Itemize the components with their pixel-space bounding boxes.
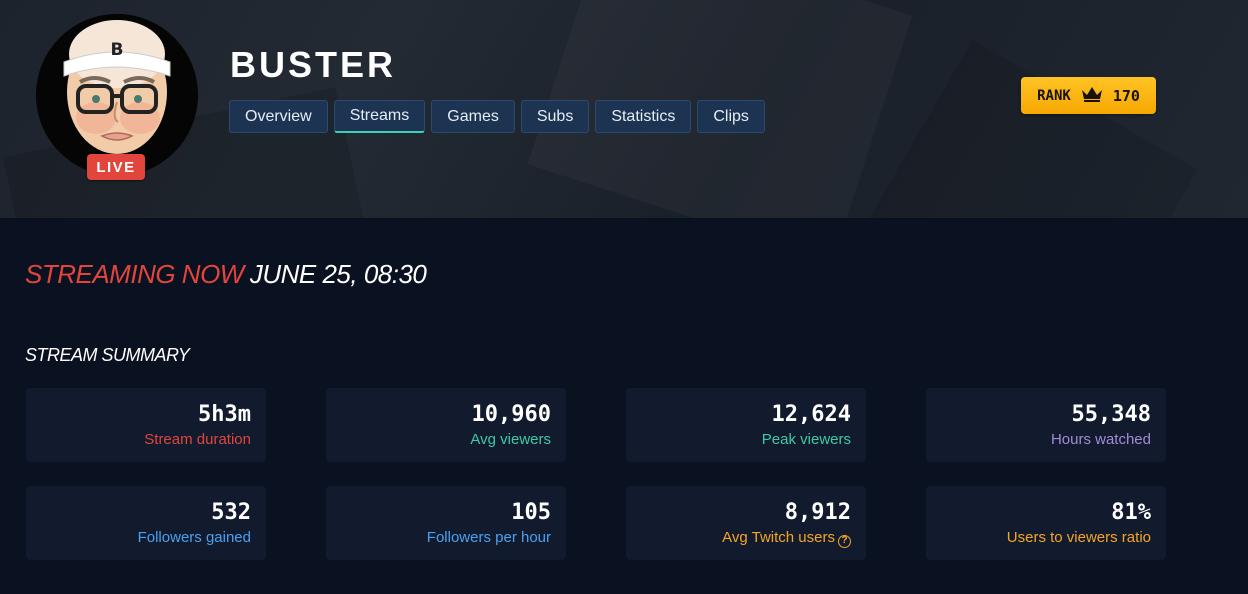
streaming-status: STREAMING NOW <box>25 259 244 289</box>
rank-badge[interactable]: RANK 170 <box>1021 77 1156 114</box>
stat-card-followers-gained: 532 Followers gained <box>26 486 266 560</box>
channel-header: B LIVE BUSTER Overview Streams Games Sub… <box>0 0 1248 219</box>
stat-value: 105 <box>511 500 551 525</box>
avatar-illustration <box>36 14 198 176</box>
stat-value: 55,348 <box>1071 402 1151 427</box>
tab-games[interactable]: Games <box>431 100 515 133</box>
tab-clips[interactable]: Clips <box>697 100 765 133</box>
stat-label: Stream duration <box>144 431 251 448</box>
stat-label: Avg viewers <box>470 431 551 448</box>
stat-card-avg-twitch-users: 8,912 Avg Twitch users? <box>626 486 866 560</box>
channel-tabs: Overview Streams Games Subs Statistics C… <box>229 100 765 133</box>
stat-card-peak-viewers: 12,624 Peak viewers <box>626 388 866 462</box>
tab-subs[interactable]: Subs <box>520 100 590 133</box>
stream-date: JUNE 25, 08:30 <box>249 259 427 289</box>
avatar[interactable]: B <box>36 14 198 176</box>
rank-label: RANK <box>1037 87 1071 104</box>
stat-value: 10,960 <box>471 402 551 427</box>
stat-value: 12,624 <box>771 402 851 427</box>
tab-statistics[interactable]: Statistics <box>595 100 692 133</box>
stat-card-avg-viewers: 10,960 Avg viewers <box>326 388 566 462</box>
header-background-shape <box>862 39 1198 218</box>
question-circle-icon[interactable]: ? <box>838 535 851 548</box>
stat-card-users-to-viewers-ratio: 81% Users to viewers ratio <box>926 486 1166 560</box>
stat-card-hours-watched: 55,348 Hours watched <box>926 388 1166 462</box>
stream-summary-heading: STREAM SUMMARY <box>25 345 190 365</box>
streaming-title: STREAMING NOW JUNE 25, 08:30 <box>25 259 427 290</box>
stat-label: Hours watched <box>1050 431 1151 448</box>
tab-overview[interactable]: Overview <box>229 100 328 133</box>
stat-card-stream-duration: 5h3m Stream duration <box>26 388 266 462</box>
stat-label: Users to viewers ratio <box>1006 529 1151 546</box>
stat-card-followers-per-hour: 105 Followers per hour <box>326 486 566 560</box>
avatar-container[interactable]: B LIVE <box>36 14 198 180</box>
stat-value: 532 <box>211 500 251 525</box>
stat-value: 5h3m <box>198 402 251 427</box>
headband-logo: B <box>110 40 124 60</box>
rank-value: 170 <box>1112 86 1140 105</box>
stat-value: 81% <box>1111 500 1151 525</box>
channel-name: BUSTER <box>230 44 397 85</box>
stat-label: Avg Twitch users <box>722 529 835 546</box>
live-badge: LIVE <box>87 154 145 180</box>
stat-label: Followers gained <box>137 529 251 546</box>
stat-label-with-help: Avg Twitch users? <box>722 529 851 548</box>
stat-value: 8,912 <box>784 500 851 525</box>
crown-icon <box>1081 86 1103 106</box>
stat-label: Followers per hour <box>426 529 551 546</box>
stat-label: Peak viewers <box>761 431 851 448</box>
tab-streams[interactable]: Streams <box>333 100 426 133</box>
